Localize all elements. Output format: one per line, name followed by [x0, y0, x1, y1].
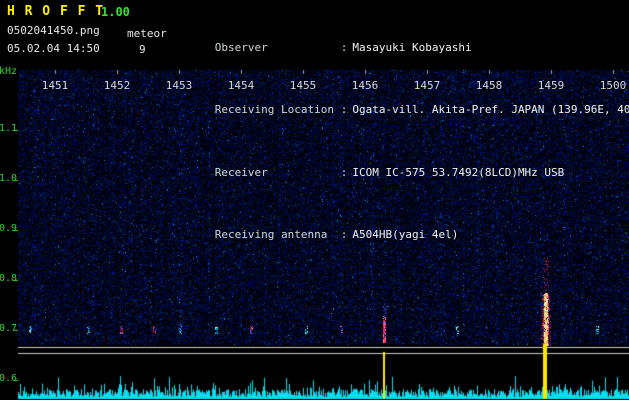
mode-label: meteor: [127, 27, 167, 40]
x-axis-tick-label: 1454: [227, 79, 255, 92]
meta-row: Receiving antenna: A504HB(yagi 4el): [175, 217, 627, 255]
app-title: H R O F F T: [7, 4, 105, 19]
echo-count: 9: [139, 43, 146, 56]
x-axis-tick-label: 1500: [599, 79, 627, 92]
meta-label: Observer: [214, 40, 268, 54]
y-axis-tick-label: 0.7: [0, 323, 18, 334]
meta-label: Receiving Location: [214, 103, 334, 116]
meta-label: Receiver: [214, 165, 268, 179]
x-axis-tick-label: 1455: [289, 79, 317, 92]
filename-label: 0502041450.png: [7, 24, 100, 37]
x-axis-tick-label: 1451: [41, 79, 69, 92]
x-axis-tick-label: 1459: [537, 79, 565, 92]
x-axis-tick-label: 1452: [103, 79, 131, 92]
x-axis-tick-label: 1456: [351, 79, 379, 92]
observation-metadata: Observer: Masayuki Kobayashi Receiving Lo…: [175, 4, 629, 279]
datetime-label: 05.02.04 14:50: [7, 42, 100, 55]
meta-label: Receiving antenna: [214, 228, 328, 241]
y-axis-tick-label: 1.1: [0, 123, 18, 134]
meta-row: Receiving Location: Ogata-vill. Akita-Pre…: [175, 92, 629, 130]
y-axis-unit: kHz: [0, 66, 18, 77]
y-axis-tick-label: 1.0: [0, 173, 18, 184]
app-version: 1.00: [101, 5, 130, 19]
meta-value: Masayuki Kobayashi: [352, 40, 472, 54]
meta-value: Ogata-vill. Akita-Pref. JAPAN (139.96E, …: [352, 103, 629, 116]
meta-value: A504HB(yagi 4el): [352, 228, 459, 241]
y-axis-tick-label: 0.8: [0, 273, 18, 284]
meta-colon: :: [340, 103, 348, 116]
meta-colon: :: [340, 228, 348, 241]
hrofft-output: H R O F F T 1.00 0502041450.png meteor 0…: [0, 0, 629, 400]
y-axis-tick-label: 0.9: [0, 223, 18, 234]
meta-row: Receiver: ICOM IC-575 53.7492(8LCD)MHz US…: [175, 154, 627, 192]
meta-colon: :: [340, 165, 348, 179]
x-axis-tick-label: 1457: [413, 79, 441, 92]
x-axis-tick-label: 1458: [475, 79, 503, 92]
meta-value: ICOM IC-575 53.7492(8LCD)MHz USB: [352, 165, 565, 179]
y-axis-tick-label: 0.6: [0, 373, 18, 384]
meta-colon: :: [340, 40, 348, 54]
x-axis-tick-label: 1453: [165, 79, 193, 92]
meta-row: Observer: Masayuki Kobayashi: [175, 29, 627, 67]
